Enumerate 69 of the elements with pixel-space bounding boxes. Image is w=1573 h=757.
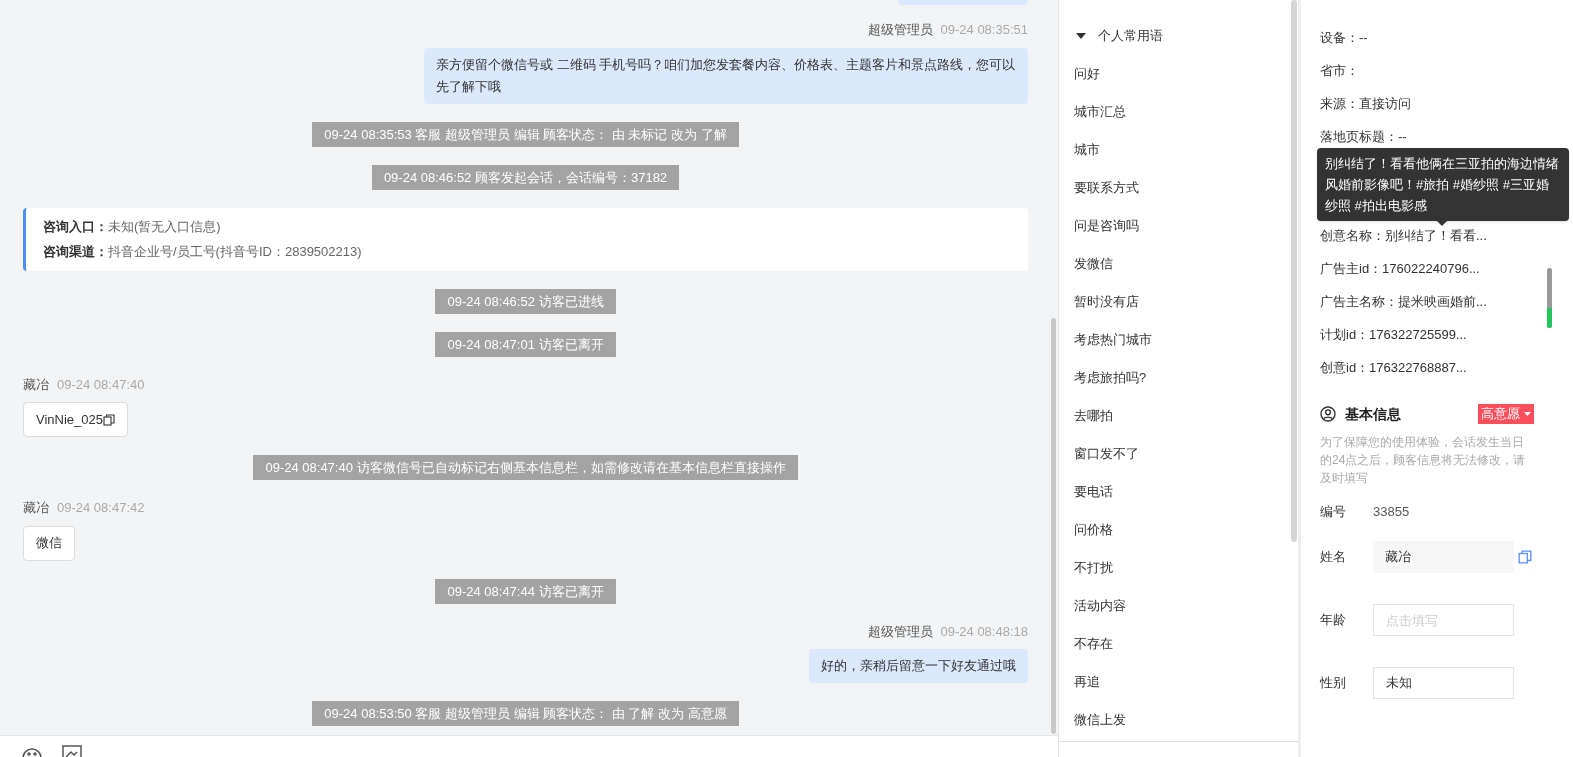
phrase-item[interactable]: 不打扰: [1074, 549, 1298, 587]
group-title[interactable]: 个人常用语: [1098, 26, 1163, 46]
message-time: 09-24 08:47:40: [57, 375, 145, 394]
sender-name: 藏冶: [23, 499, 49, 517]
phrase-item[interactable]: 发微信: [1074, 245, 1298, 283]
system-notice: 09-24 08:46:52 访客已进线: [435, 288, 616, 314]
phrase-item[interactable]: 去哪拍: [1074, 397, 1298, 435]
phrase-item[interactable]: 活动内容: [1074, 587, 1298, 625]
source-field: 落地页标题：--: [1320, 126, 1407, 147]
source-field: 创意名称：别纠结了！看看...: [1320, 225, 1487, 246]
source-field: 广告主id：176022240796...: [1320, 258, 1480, 279]
source-field: 设备：--: [1320, 27, 1368, 48]
message-time: 09-24 08:47:42: [57, 499, 145, 517]
field-label: 性别: [1320, 674, 1347, 693]
sender-name: 超级管理员: [867, 21, 933, 39]
system-notice: 09-24 08:47:40 访客微信号已自动标记右侧基本信息栏，如需修改请在基本信息栏直接操作: [253, 455, 798, 480]
field-label: 编号: [1320, 503, 1347, 522]
message-text: VinNie_025: [36, 410, 103, 429]
source-field: 创意id：176322768887...: [1320, 357, 1467, 378]
name-field[interactable]: 藏冶: [1373, 541, 1514, 573]
phrase-item[interactable]: 考虑旅拍吗?: [1074, 359, 1298, 397]
source-field: 来源：直接访问: [1320, 93, 1411, 114]
phrase-item[interactable]: 微信上发: [1074, 701, 1298, 739]
system-notice: 09-24 08:35:53 客服 超级管理员 编辑 顾客状态： 由 未标记 改为 了解: [312, 121, 739, 147]
info-label: 咨询渠道：: [43, 243, 108, 261]
copy-icon[interactable]: [103, 413, 115, 426]
sender-name: 藏冶: [23, 375, 49, 394]
message-bubble: 好的，亲稍后留意一下好友通过哦: [809, 649, 1028, 683]
message-time: 09-24 08:35:51: [940, 21, 1028, 39]
user-icon: [1320, 406, 1336, 422]
phrase-item[interactable]: 问好: [1074, 55, 1298, 93]
scrollbar: [1547, 268, 1552, 328]
info-value: 未知(暂无入口信息): [108, 217, 221, 236]
field-label: 年龄: [1320, 611, 1347, 630]
phrase-item[interactable]: 窗口发不了: [1074, 435, 1298, 473]
phrase-item[interactable]: 要联系方式: [1074, 169, 1298, 207]
copy-icon[interactable]: [1518, 549, 1532, 565]
system-notice: 09-24 08:47:01 访客已离开: [435, 331, 616, 357]
system-notice: 09-24 08:47:44 访客已离开: [435, 578, 616, 604]
info-value: 抖音企业号/员工号(抖音号ID：2839502213): [108, 243, 362, 261]
source-field: 省市：: [1320, 60, 1359, 81]
input-field[interactable]: 未知: [1373, 667, 1514, 699]
caret-icon[interactable]: [1076, 33, 1086, 39]
phrase-item[interactable]: 再追: [1074, 663, 1298, 701]
system-notice: 09-24 08:46:52 顾客发起会话，会话编号：37182: [371, 164, 680, 190]
caret-icon: [1524, 412, 1531, 416]
phrase-item[interactable]: 不存在: [1074, 625, 1298, 663]
phrase-item[interactable]: 暂时没有店: [1074, 283, 1298, 321]
note-text: 为了保障您的使用体验，会话发生当日的24点之后，顾客信息将无法修改，请及时填写: [1320, 434, 1527, 487]
field-value: 33855: [1373, 503, 1410, 522]
phrase-item[interactable]: 要电话: [1074, 473, 1298, 511]
phrase-item[interactable]: 城市: [1074, 131, 1298, 169]
emoji-icon[interactable]: [22, 745, 42, 757]
message-time: 09-24 08:48:18: [940, 622, 1028, 641]
sender-name: 超级管理员: [867, 622, 933, 641]
field-label: 姓名: [1320, 548, 1347, 567]
phrase-item[interactable]: 问是咨询吗: [1074, 207, 1298, 245]
system-notice: 09-24 08:53:50 客服 超级管理员 编辑 顾客状态： 由 了解 改为 高意愿: [312, 701, 739, 726]
phrase-item[interactable]: 问价格: [1074, 511, 1298, 549]
source-field: 广告主名称：提米映画婚前...: [1320, 291, 1487, 312]
message-bubble: 亲方便留个微信号或 二维码 手机号吗？咱们加您发套餐内容、价格表、主题客片和景点路线，您可以先了解下哦: [424, 47, 1028, 104]
source-field: 计划id：176322725599...: [1320, 324, 1467, 345]
tooltip-text: 别纠结了！看看他俩在三亚拍的海边情绪风婚前影像吧！#旅拍 #婚纱照 #三亚婚纱照 #拍出电影感: [1325, 156, 1559, 213]
message-text: 微信: [36, 534, 62, 553]
info-label: 咨询入口：: [43, 217, 108, 236]
section-title: 基本信息: [1345, 404, 1401, 424]
image-icon[interactable]: [62, 745, 82, 757]
phrase-item[interactable]: 考虑热门城市: [1074, 321, 1298, 359]
phrase-item[interactable]: 城市汇总: [1074, 93, 1298, 131]
